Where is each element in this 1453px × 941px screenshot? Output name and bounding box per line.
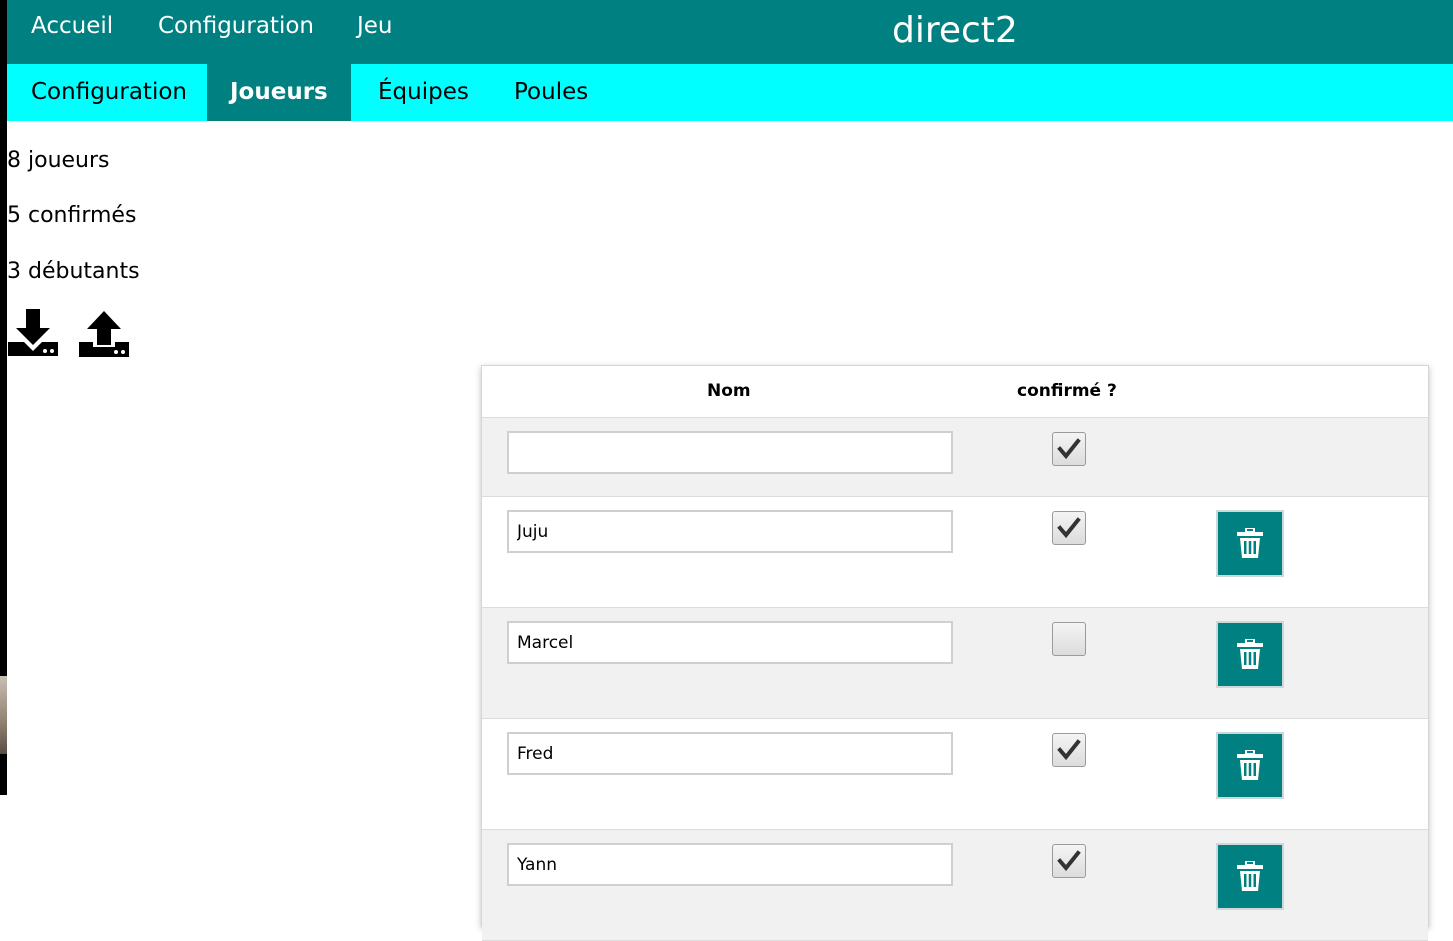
tab-configuration[interactable]: Configuration — [7, 64, 211, 121]
players-count: 8 joueurs — [7, 148, 110, 173]
sub-navbar: Configuration Joueurs Équipes Poules — [7, 64, 1453, 121]
beginners-count: 3 débutants — [7, 259, 140, 284]
table-header: Nom confirmé ? — [482, 366, 1428, 418]
table-row — [482, 719, 1428, 830]
player-name-input[interactable] — [507, 732, 953, 775]
player-name-input[interactable] — [507, 843, 953, 886]
checkmark-icon — [1057, 850, 1081, 872]
download-icon[interactable] — [7, 309, 59, 359]
nav-link-configuration[interactable]: Configuration — [158, 13, 314, 39]
confirmed-count: 5 confirmés — [7, 203, 137, 228]
checkmark-icon — [1057, 438, 1081, 460]
delete-player-button[interactable] — [1216, 510, 1284, 577]
delete-player-button[interactable] — [1216, 621, 1284, 688]
delete-player-button[interactable] — [1216, 843, 1284, 910]
nav-link-accueil[interactable]: Accueil — [31, 13, 113, 39]
player-name-input[interactable] — [507, 510, 953, 553]
table-row — [482, 497, 1428, 608]
nav-link-jeu[interactable]: Jeu — [357, 13, 393, 39]
tab-equipes[interactable]: Équipes — [354, 64, 493, 121]
checkmark-icon — [1057, 739, 1081, 761]
upload-icon[interactable] — [78, 309, 130, 359]
column-header-name: Nom — [707, 381, 751, 401]
top-navbar: Accueil Configuration Jeu direct2 — [7, 0, 1453, 64]
player-confirmed-checkbox[interactable] — [1052, 844, 1086, 878]
table-row — [482, 830, 1428, 941]
left-edge-image — [0, 676, 7, 754]
app-title: direct2 — [892, 10, 1018, 51]
new-player-row — [482, 418, 1428, 497]
checkmark-icon — [1057, 517, 1081, 539]
tab-poules[interactable]: Poules — [490, 64, 612, 121]
table-row — [482, 608, 1428, 719]
player-confirmed-checkbox[interactable] — [1052, 511, 1086, 545]
new-player-confirmed-checkbox[interactable] — [1052, 432, 1086, 466]
new-player-name-input[interactable] — [507, 431, 953, 474]
tab-joueurs[interactable]: Joueurs — [207, 64, 351, 121]
column-header-confirmed: confirmé ? — [1017, 381, 1117, 401]
delete-player-button[interactable] — [1216, 732, 1284, 799]
player-confirmed-checkbox[interactable] — [1052, 622, 1086, 656]
player-confirmed-checkbox[interactable] — [1052, 733, 1086, 767]
players-table: Nom confirmé ? — [481, 365, 1429, 941]
player-name-input[interactable] — [507, 621, 953, 664]
